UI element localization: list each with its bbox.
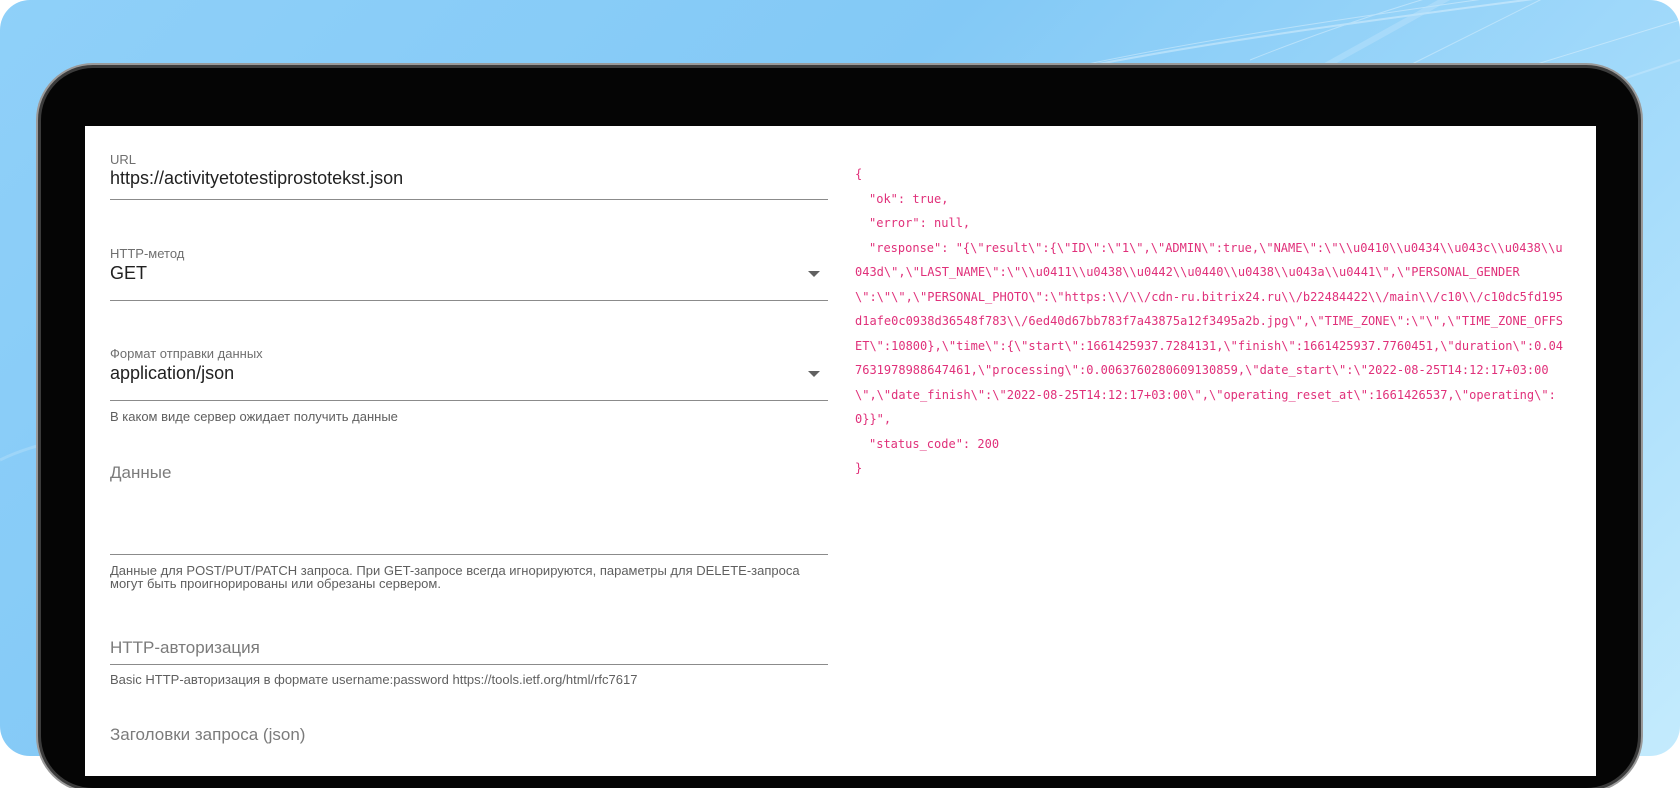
url-input[interactable]: https://activityetotestiprostotekst.json: [110, 168, 403, 189]
http-method-underline: [110, 300, 828, 301]
json-open-brace: {: [855, 167, 863, 181]
http-auth-helper: Basic HTTP-авторизация в формате usernam…: [110, 672, 638, 687]
http-method-select[interactable]: HTTP-метод GET: [110, 226, 828, 301]
http-method-label: HTTP-метод: [110, 246, 185, 261]
json-close-brace: }: [855, 461, 863, 475]
url-underline: [110, 199, 828, 200]
headers-input[interactable]: Заголовки запроса (json): [110, 718, 828, 776]
data-format-helper: В каком виде сервер ожидает получить дан…: [110, 409, 398, 424]
data-placeholder: Данные: [110, 463, 172, 482]
headers-placeholder: Заголовки запроса (json): [110, 725, 306, 744]
http-auth-placeholder: HTTP-авторизация: [110, 638, 260, 657]
data-format-select[interactable]: Формат отправки данных application/json …: [110, 326, 828, 426]
json-ok-line: "ok": true,: [869, 191, 949, 206]
url-label: URL: [110, 152, 137, 167]
data-helper: Данные для POST/PUT/PATCH запроса. При G…: [110, 563, 800, 591]
dropdown-arrow-icon[interactable]: [808, 271, 820, 277]
http-auth-underline: [110, 664, 828, 665]
data-format-value[interactable]: application/json: [110, 363, 234, 384]
json-status-line: "status_code": 200: [869, 436, 1000, 451]
http-method-value[interactable]: GET: [110, 263, 147, 284]
url-field[interactable]: URL https://activityetotestiprostotekst.…: [110, 126, 828, 201]
response-json-viewer: { "ok": true, "error": null, "response":…: [855, 162, 1565, 481]
dropdown-arrow-icon[interactable]: [808, 371, 820, 377]
data-format-label: Формат отправки данных: [110, 346, 263, 361]
data-textarea[interactable]: Данные Данные для POST/PUT/PATCH запроса…: [110, 456, 828, 590]
data-underline: [110, 554, 828, 555]
http-auth-input[interactable]: HTTP-авторизация Basic HTTP-авторизация …: [110, 631, 828, 711]
json-error-line: "error": null,: [869, 216, 971, 230]
data-format-underline: [110, 400, 828, 401]
json-response-line: "response": "{\"result\":{\"ID\":\"1\",\…: [855, 240, 1564, 427]
app-screen: URL https://activityetotestiprostotekst.…: [85, 126, 1596, 776]
